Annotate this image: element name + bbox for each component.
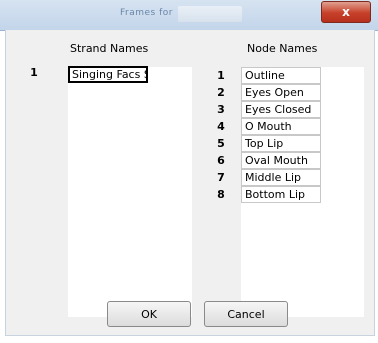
close-button[interactable]: x xyxy=(321,1,371,23)
dialog-body: Strand Names Node Names 1 Singing Facs S… xyxy=(5,30,375,336)
node-row-number: 5 xyxy=(217,137,225,150)
node-name-cell[interactable]: Eyes Closed xyxy=(241,101,321,118)
node-row-number: 2 xyxy=(217,86,225,99)
node-name-cell[interactable]: Outline xyxy=(241,67,321,84)
strand-names-header: Strand Names xyxy=(70,42,149,55)
node-name-cell[interactable]: Top Lip xyxy=(241,135,321,152)
node-name-cell[interactable]: Middle Lip xyxy=(241,169,321,186)
node-row-number: 4 xyxy=(217,120,225,133)
node-name-cell[interactable]: Bottom Lip xyxy=(241,186,321,203)
node-row-number: 8 xyxy=(217,188,225,201)
node-row-number: 6 xyxy=(217,154,225,167)
node-names-header: Node Names xyxy=(247,42,318,55)
strand-name-field[interactable]: Singing Facs S xyxy=(68,66,148,83)
title-bar: Frames for x xyxy=(0,0,378,31)
cancel-button[interactable]: Cancel xyxy=(204,301,288,327)
node-name-cell[interactable]: Eyes Open xyxy=(241,84,321,101)
window-title: Frames for xyxy=(120,8,173,18)
node-row-number: 1 xyxy=(217,69,225,82)
title-blurred-region xyxy=(178,6,242,22)
node-name-cell[interactable]: Oval Mouth xyxy=(241,152,321,169)
strand-list-panel xyxy=(68,67,192,317)
strand-row-number: 1 xyxy=(30,66,38,79)
node-row-number: 7 xyxy=(217,171,225,184)
node-name-cell[interactable]: O Mouth xyxy=(241,118,321,135)
close-icon: x xyxy=(342,5,350,19)
node-row-number: 3 xyxy=(217,103,225,116)
ok-button[interactable]: OK xyxy=(107,301,191,327)
